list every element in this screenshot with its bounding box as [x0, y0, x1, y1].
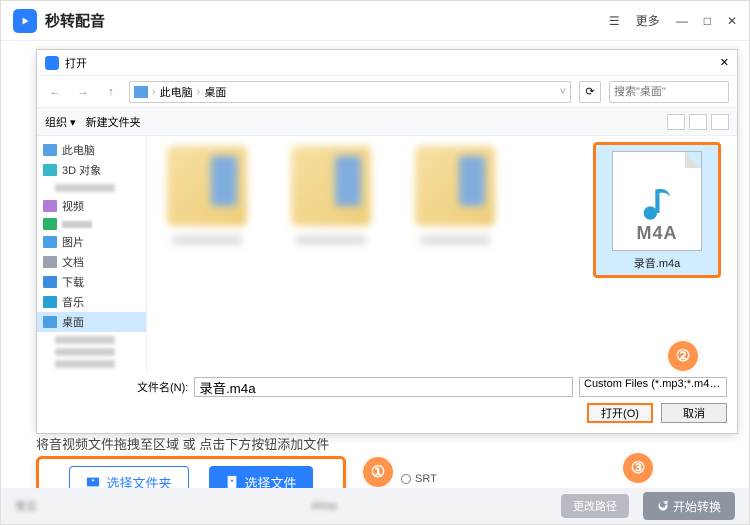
blurred-folder[interactable] [281, 146, 381, 276]
nav-up-button[interactable]: ↑ [101, 82, 121, 102]
file-open-dialog: 打开 ✕ ← → ↑ › 此电脑 › 桌面 ˅ ⟳ 组织 ▾ 新建文件夹 此电脑… [36, 49, 738, 434]
file-name-label: 录音.m4a [634, 255, 680, 271]
dialog-app-icon [45, 56, 59, 70]
crumb-this-pc[interactable]: 此电脑 [160, 84, 193, 100]
filename-input[interactable] [194, 377, 573, 397]
file-plus-icon [225, 475, 239, 489]
radio-icon [401, 474, 411, 484]
sidebar-item-documents[interactable]: 文档 [37, 252, 146, 272]
help-button[interactable] [711, 114, 729, 130]
sidebar-item-desktop[interactable]: 桌面 [37, 312, 146, 332]
crumb-desktop[interactable]: 桌面 [204, 84, 226, 100]
app-titlebar: 秒转配音 ☰ 更多 — □ ✕ [1, 1, 749, 41]
dialog-title: 打开 [65, 55, 87, 71]
maximize-button[interactable]: □ [704, 14, 711, 28]
music-note-icon [637, 183, 677, 223]
dialog-close-button[interactable]: ✕ [720, 56, 729, 69]
file-ext-label: M4A [636, 223, 677, 244]
view-mode-button[interactable] [667, 114, 685, 130]
sidebar-blur-item [55, 184, 115, 192]
annotation-2: ② [666, 339, 700, 373]
app-logo-icon [13, 9, 37, 33]
dialog-toolbar: 组织 ▾ 新建文件夹 [37, 108, 737, 136]
cancel-button[interactable]: 取消 [661, 403, 727, 423]
more-button[interactable]: 更多 [636, 12, 660, 29]
status-bar: 常见 sktop 更改路径 开始转换 [1, 488, 749, 524]
sidebar-blur-item [55, 360, 115, 368]
sidebar-item-app[interactable] [37, 216, 146, 232]
stack-icon: ☰ [609, 14, 620, 28]
sidebar-item-videos[interactable]: 视频 [37, 196, 146, 216]
dialog-nav: ← → ↑ › 此电脑 › 桌面 ˅ ⟳ [37, 76, 737, 108]
sidebar-item-downloads[interactable]: 下载 [37, 272, 146, 292]
nav-forward-button[interactable]: → [73, 82, 93, 102]
new-folder-button[interactable]: 新建文件夹 [86, 114, 141, 130]
sidebar-blur-item [55, 336, 115, 344]
blurred-folder[interactable] [405, 146, 505, 276]
preview-pane-button[interactable] [689, 114, 707, 130]
dialog-titlebar: 打开 ✕ [37, 50, 737, 76]
sidebar-item-music[interactable]: 音乐 [37, 292, 146, 312]
usage-label: 常见 [15, 498, 37, 514]
drop-hint: 将音视频文件拖拽至区域 或 点击下方按钮添加文件 [36, 434, 329, 453]
file-list: M4A 录音.m4a [147, 136, 737, 371]
folder-plus-icon [86, 475, 100, 489]
breadcrumb[interactable]: › 此电脑 › 桌面 ˅ [129, 81, 571, 103]
refresh-button[interactable]: ⟳ [579, 81, 601, 103]
m4a-file-icon: M4A [612, 151, 702, 251]
nav-back-button[interactable]: ← [45, 82, 65, 102]
dialog-footer: 文件名(N): Custom Files (*.mp3;*.m4a;*.… 打开… [37, 371, 737, 433]
filename-label: 文件名(N): [137, 379, 188, 395]
minimize-button[interactable]: — [676, 14, 688, 28]
filetype-filter[interactable]: Custom Files (*.mp3;*.m4a;*.… [579, 377, 727, 397]
srt-option[interactable]: SRT [401, 473, 437, 485]
sidebar-item-3d[interactable]: 3D 对象 [37, 160, 146, 180]
sidebar-item-this-pc[interactable]: 此电脑 [37, 140, 146, 160]
close-button[interactable]: ✕ [727, 14, 737, 28]
blurred-folder[interactable] [157, 146, 257, 276]
search-input[interactable] [609, 81, 729, 103]
app-title: 秒转配音 [45, 10, 105, 31]
refresh-icon [657, 500, 669, 512]
sidebar-blur-item [55, 348, 115, 356]
app-bottom-area: 将音视频文件拖拽至区域 或 点击下方按钮添加文件 选择文件夹 选择文件 SRT … [1, 434, 749, 524]
selected-file[interactable]: M4A 录音.m4a [593, 142, 721, 278]
change-path-button[interactable]: 更改路径 [561, 494, 629, 518]
start-convert-button[interactable]: 开始转换 [643, 492, 735, 520]
organize-button[interactable]: 组织 ▾ [45, 114, 76, 130]
dialog-sidebar: 此电脑 3D 对象 视频 图片 文档 下载 音乐 桌面 网络 [37, 136, 147, 371]
sidebar-item-pictures[interactable]: 图片 [37, 232, 146, 252]
path-label: sktop [311, 500, 337, 512]
open-button[interactable]: 打开(O) [587, 403, 653, 423]
pc-icon [134, 86, 148, 98]
